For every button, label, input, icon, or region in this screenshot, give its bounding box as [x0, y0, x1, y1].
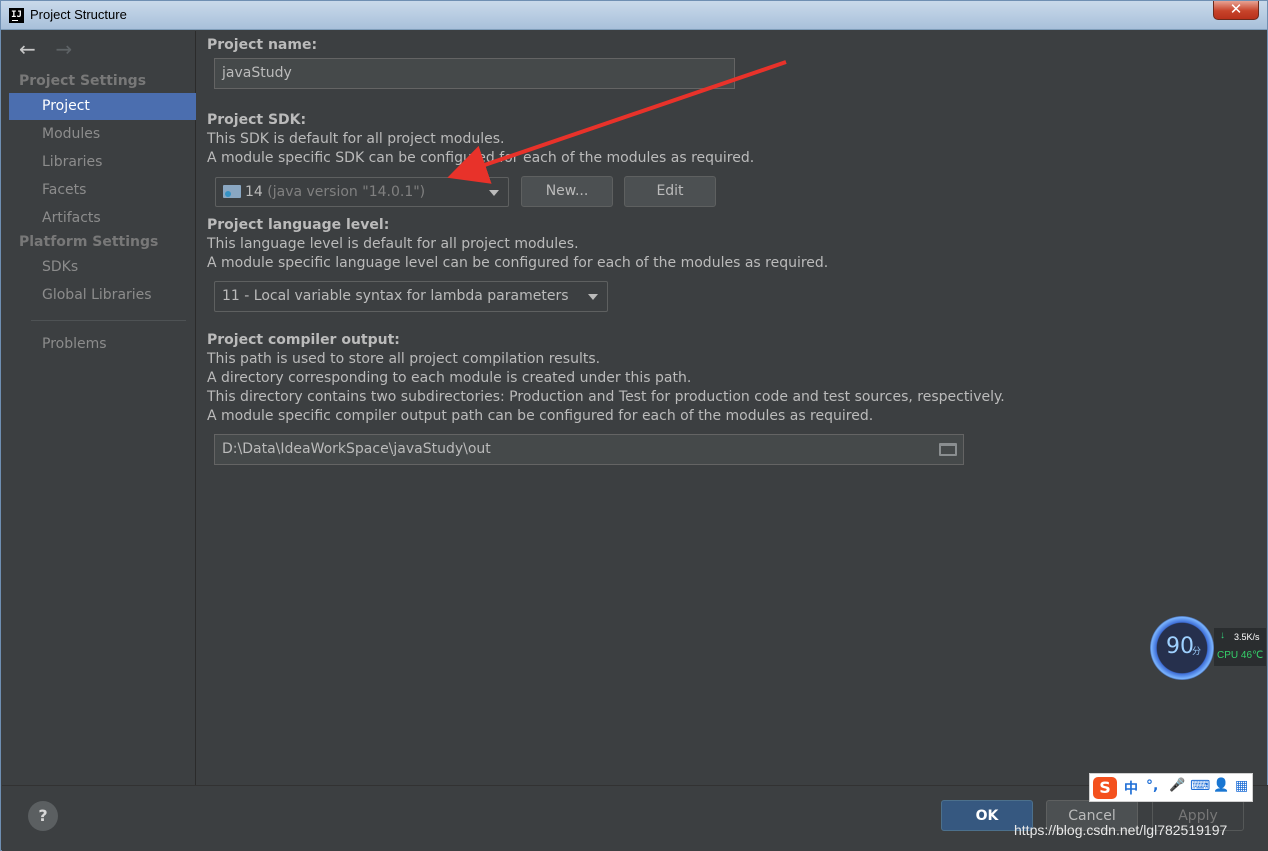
compiler-output-desc-3: This directory contains two subdirectori…	[207, 389, 1005, 405]
keyboard-icon[interactable]: ⌨	[1190, 778, 1210, 794]
sidebar-item-sdks[interactable]: SDKs	[9, 254, 196, 281]
forward-arrow-icon[interactable]: →	[55, 39, 77, 59]
score-gauge: 90 分	[1150, 616, 1214, 680]
score-value: 90	[1166, 634, 1194, 659]
back-arrow-icon[interactable]: ←	[19, 39, 41, 59]
sidebar-item-problems[interactable]: Problems	[9, 331, 196, 358]
sdk-version: (java version "14.0.1")	[267, 184, 426, 200]
punctuation-icon[interactable]: °,	[1146, 778, 1158, 794]
sdk-name: 14	[245, 184, 263, 200]
intellij-app-icon: IJ	[9, 8, 24, 23]
compiler-output-path: D:\Data\IdeaWorkSpace\javaStudy\out	[222, 441, 491, 457]
title-bar: IJ Project Structure ✕	[1, 1, 1267, 30]
chevron-down-icon	[489, 190, 499, 196]
sidebar-separator	[31, 320, 186, 321]
chinese-mode-icon[interactable]: 中	[1124, 778, 1138, 798]
sdk-dropdown[interactable]: 14 (java version "14.0.1")	[215, 177, 509, 207]
project-sdk-desc-1: This SDK is default for all project modu…	[207, 131, 505, 147]
compiler-output-label: Project compiler output:	[207, 332, 400, 348]
system-monitor-widget[interactable]: 90 分 ↓ 3.5K/s CPU 46℃	[1150, 616, 1268, 680]
platform-settings-header: Platform Settings	[19, 234, 159, 250]
stats-box: ↓ 3.5K/s CPU 46℃	[1214, 628, 1266, 666]
sidebar-item-project[interactable]: Project	[9, 93, 196, 120]
project-settings-header: Project Settings	[19, 73, 147, 89]
project-name-label: Project name:	[207, 37, 318, 53]
compiler-output-path-input[interactable]: D:\Data\IdeaWorkSpace\javaStudy\out	[214, 434, 964, 465]
project-structure-dialog: IJ Project Structure ✕ ← → Project Setti…	[0, 0, 1268, 851]
ime-toolbar: S 中 °, 🎤 ⌨ 👤 ▦	[1089, 773, 1253, 802]
sidebar-item-libraries[interactable]: Libraries	[9, 149, 196, 176]
score-unit: 分	[1192, 647, 1202, 657]
project-name-input[interactable]: javaStudy	[214, 58, 735, 89]
compiler-output-desc-2: A directory corresponding to each module…	[207, 370, 692, 386]
folder-icon[interactable]	[939, 443, 957, 456]
compiler-output-desc-4: A module specific compiler output path c…	[207, 408, 874, 424]
language-level-dropdown[interactable]: 11 - Local variable syntax for lambda pa…	[214, 281, 608, 312]
sogou-logo-icon[interactable]: S	[1093, 777, 1117, 799]
language-level-label: Project language level:	[207, 217, 390, 233]
sidebar-item-modules[interactable]: Modules	[9, 121, 196, 148]
sidebar-item-artifacts[interactable]: Artifacts	[9, 205, 196, 232]
cpu-temp: CPU 46℃	[1217, 650, 1264, 661]
window-title: Project Structure	[30, 7, 127, 22]
new-sdk-button[interactable]: New...	[521, 176, 613, 207]
help-button[interactable]: ?	[28, 801, 58, 831]
language-level-desc-1: This language level is default for all p…	[207, 236, 579, 252]
sidebar-item-global-libraries[interactable]: Global Libraries	[9, 282, 196, 309]
download-arrow-icon: ↓	[1220, 630, 1225, 641]
compiler-output-desc-1: This path is used to store all project c…	[207, 351, 601, 367]
sdk-folder-icon	[223, 185, 241, 198]
sidebar: ← → Project Settings Project Modules Lib…	[9, 31, 196, 785]
project-sdk-label: Project SDK:	[207, 112, 307, 128]
sidebar-item-facets[interactable]: Facets	[9, 177, 196, 204]
watermark-url: https://blog.csdn.net/lgl782519197	[1014, 822, 1228, 838]
user-icon[interactable]: 👤	[1213, 778, 1229, 793]
microphone-icon[interactable]: 🎤	[1169, 778, 1185, 793]
nav-arrows: ← →	[19, 39, 77, 59]
dialog-footer: ? OK Cancel Apply	[2, 785, 1268, 851]
language-level-value: 11 - Local variable syntax for lambda pa…	[222, 288, 569, 304]
edit-sdk-button[interactable]: Edit	[624, 176, 716, 207]
chevron-down-icon	[588, 294, 598, 300]
project-settings-panel: Project name: javaStudy Project SDK: Thi…	[197, 31, 1261, 785]
project-sdk-desc-2: A module specific SDK can be configured …	[207, 150, 755, 166]
close-button[interactable]: ✕	[1213, 1, 1259, 20]
language-level-desc-2: A module specific language level can be …	[207, 255, 829, 271]
grid-menu-icon[interactable]: ▦	[1235, 778, 1248, 794]
net-speed: 3.5K/s	[1234, 632, 1260, 642]
